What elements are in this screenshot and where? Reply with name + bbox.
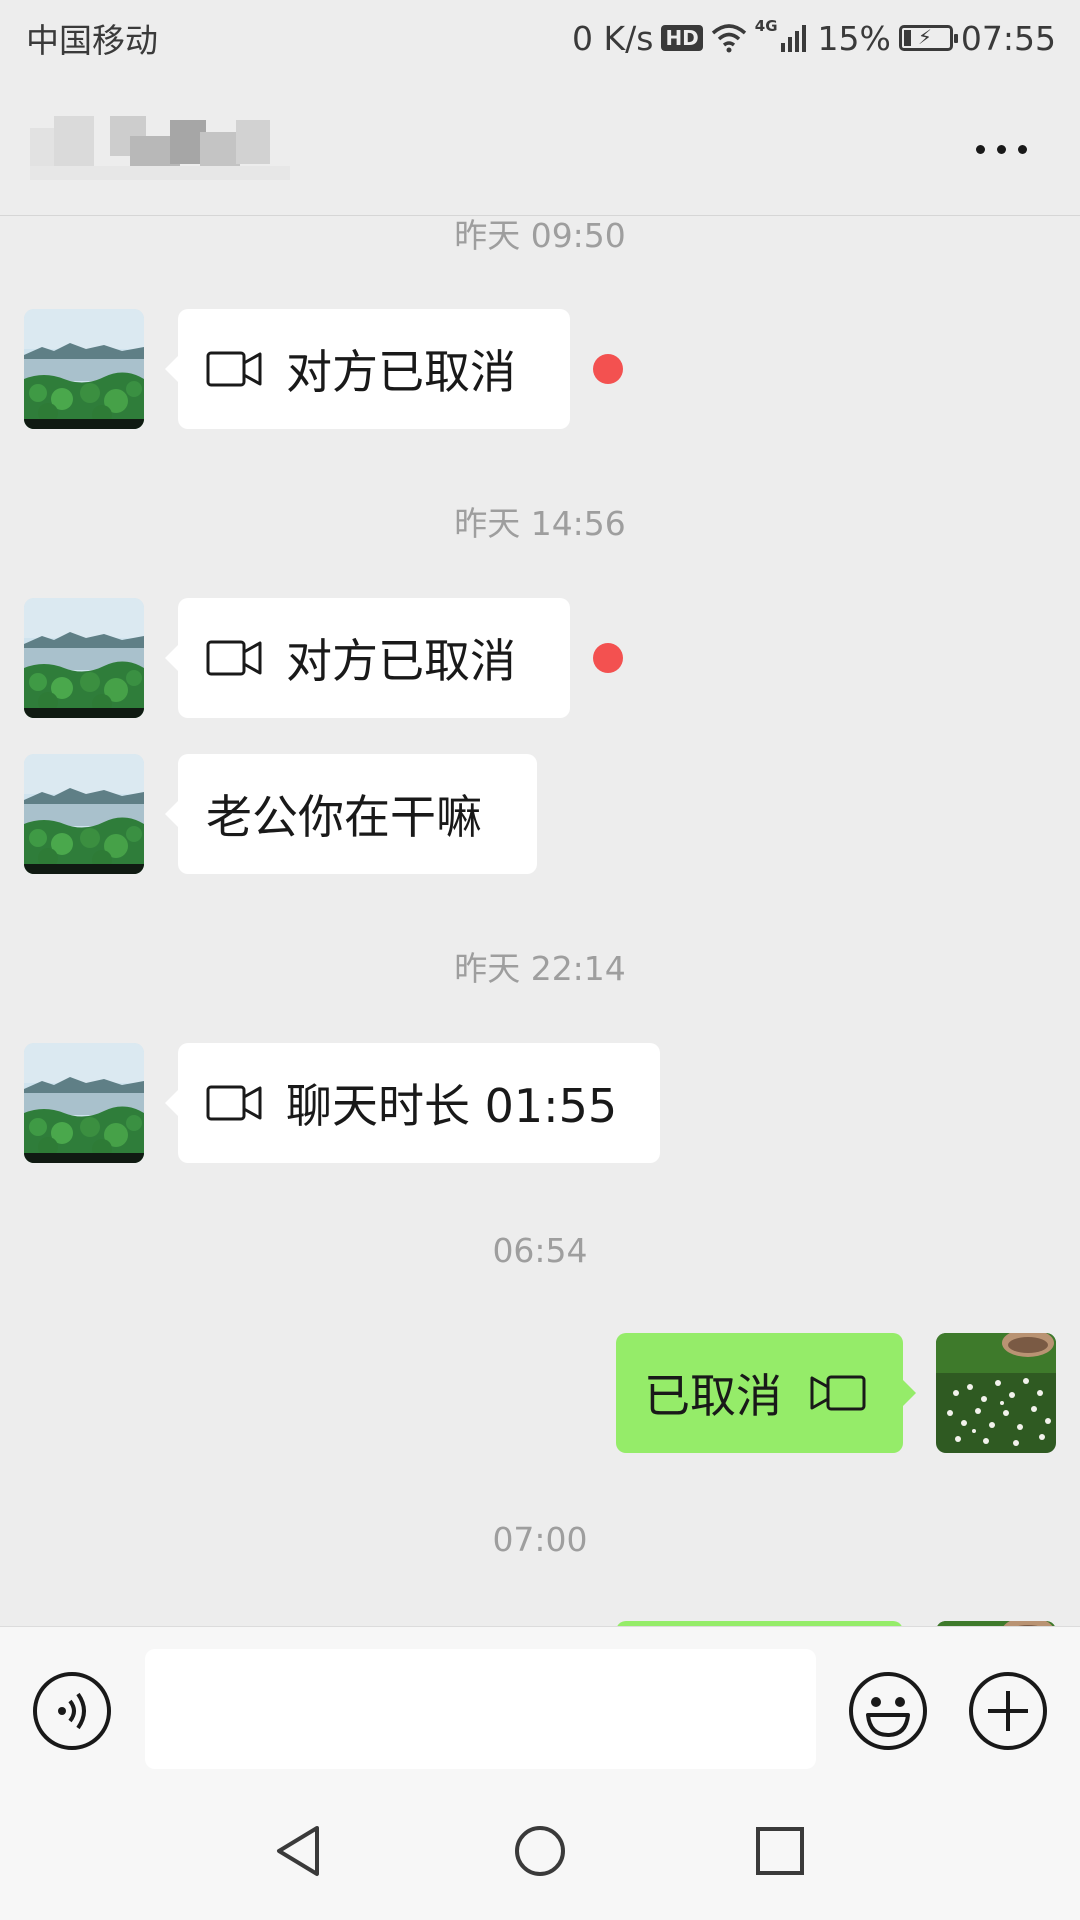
contact-avatar[interactable] (24, 309, 144, 429)
net-speed: 0 K/s (572, 18, 654, 58)
video-call-icon (808, 1373, 866, 1413)
my-avatar[interactable] (936, 1333, 1056, 1453)
message-list[interactable]: 昨天 09:50 对方已取消 昨天 14:56 对方已取消 老公你在干嘛 昨天 … (0, 217, 1080, 1626)
timestamp: 昨天 22:14 (454, 949, 626, 988)
contact-name-obscured (30, 106, 290, 180)
video-call-message[interactable]: 聊天时长 01:55 (165, 1043, 660, 1163)
recent-apps-square-icon[interactable] (745, 1816, 815, 1886)
clock: 07:55 (960, 18, 1056, 58)
message-text: 对方已取消 (286, 634, 516, 688)
wifi-icon (711, 24, 746, 53)
timestamp: 昨天 09:50 (454, 217, 626, 255)
signal-icon (780, 25, 806, 52)
message-text: 聊天时长 01:55 (286, 1079, 618, 1133)
carrier-name: 中国移动 (26, 21, 158, 60)
system-nav-bar (0, 1786, 1080, 1920)
contact-avatar[interactable] (24, 598, 144, 718)
back-triangle-icon[interactable] (265, 1816, 335, 1886)
timestamp: 06:54 (492, 1231, 588, 1270)
battery-icon: ⚡ (898, 25, 958, 51)
more-dots-icon (975, 144, 985, 154)
emoji-icon[interactable] (848, 1671, 928, 1751)
timestamp: 07:00 (492, 1520, 588, 1559)
video-call-icon (206, 1083, 264, 1123)
status-bar: 中国移动 0 K/s HD 4G 15% ⚡ 07:55 (0, 0, 1080, 76)
video-call-message-outgoing[interactable]: 已取消 (616, 1333, 916, 1453)
input-bar (0, 1626, 1080, 1786)
network-type: 4G (754, 17, 778, 35)
contact-avatar[interactable] (24, 754, 144, 874)
message-input[interactable] (145, 1649, 816, 1769)
message-text: 已取消 (644, 1369, 782, 1423)
unread-dot (593, 643, 623, 673)
message-text: 对方已取消 (286, 345, 516, 399)
chat-header (0, 76, 1080, 216)
timestamp: 昨天 14:56 (454, 504, 626, 543)
contact-avatar[interactable] (24, 1043, 144, 1163)
video-call-icon (206, 349, 264, 389)
voice-icon[interactable] (32, 1671, 112, 1751)
status-icons: 0 K/s HD 4G 15% ⚡ 07:55 (572, 17, 1056, 58)
more-button[interactable] (966, 124, 1036, 174)
home-circle-icon[interactable] (505, 1816, 575, 1886)
video-call-message[interactable]: 对方已取消 (165, 598, 570, 718)
video-call-message[interactable]: 对方已取消 (165, 309, 570, 429)
hd-badge: HD (661, 25, 703, 51)
text-message[interactable]: 老公你在干嘛 (165, 754, 537, 874)
unread-dot (593, 354, 623, 384)
plus-icon[interactable] (968, 1671, 1048, 1751)
video-call-icon (206, 638, 264, 678)
message-text: 老公你在干嘛 (206, 790, 482, 844)
battery-percent: 15% (817, 18, 891, 58)
